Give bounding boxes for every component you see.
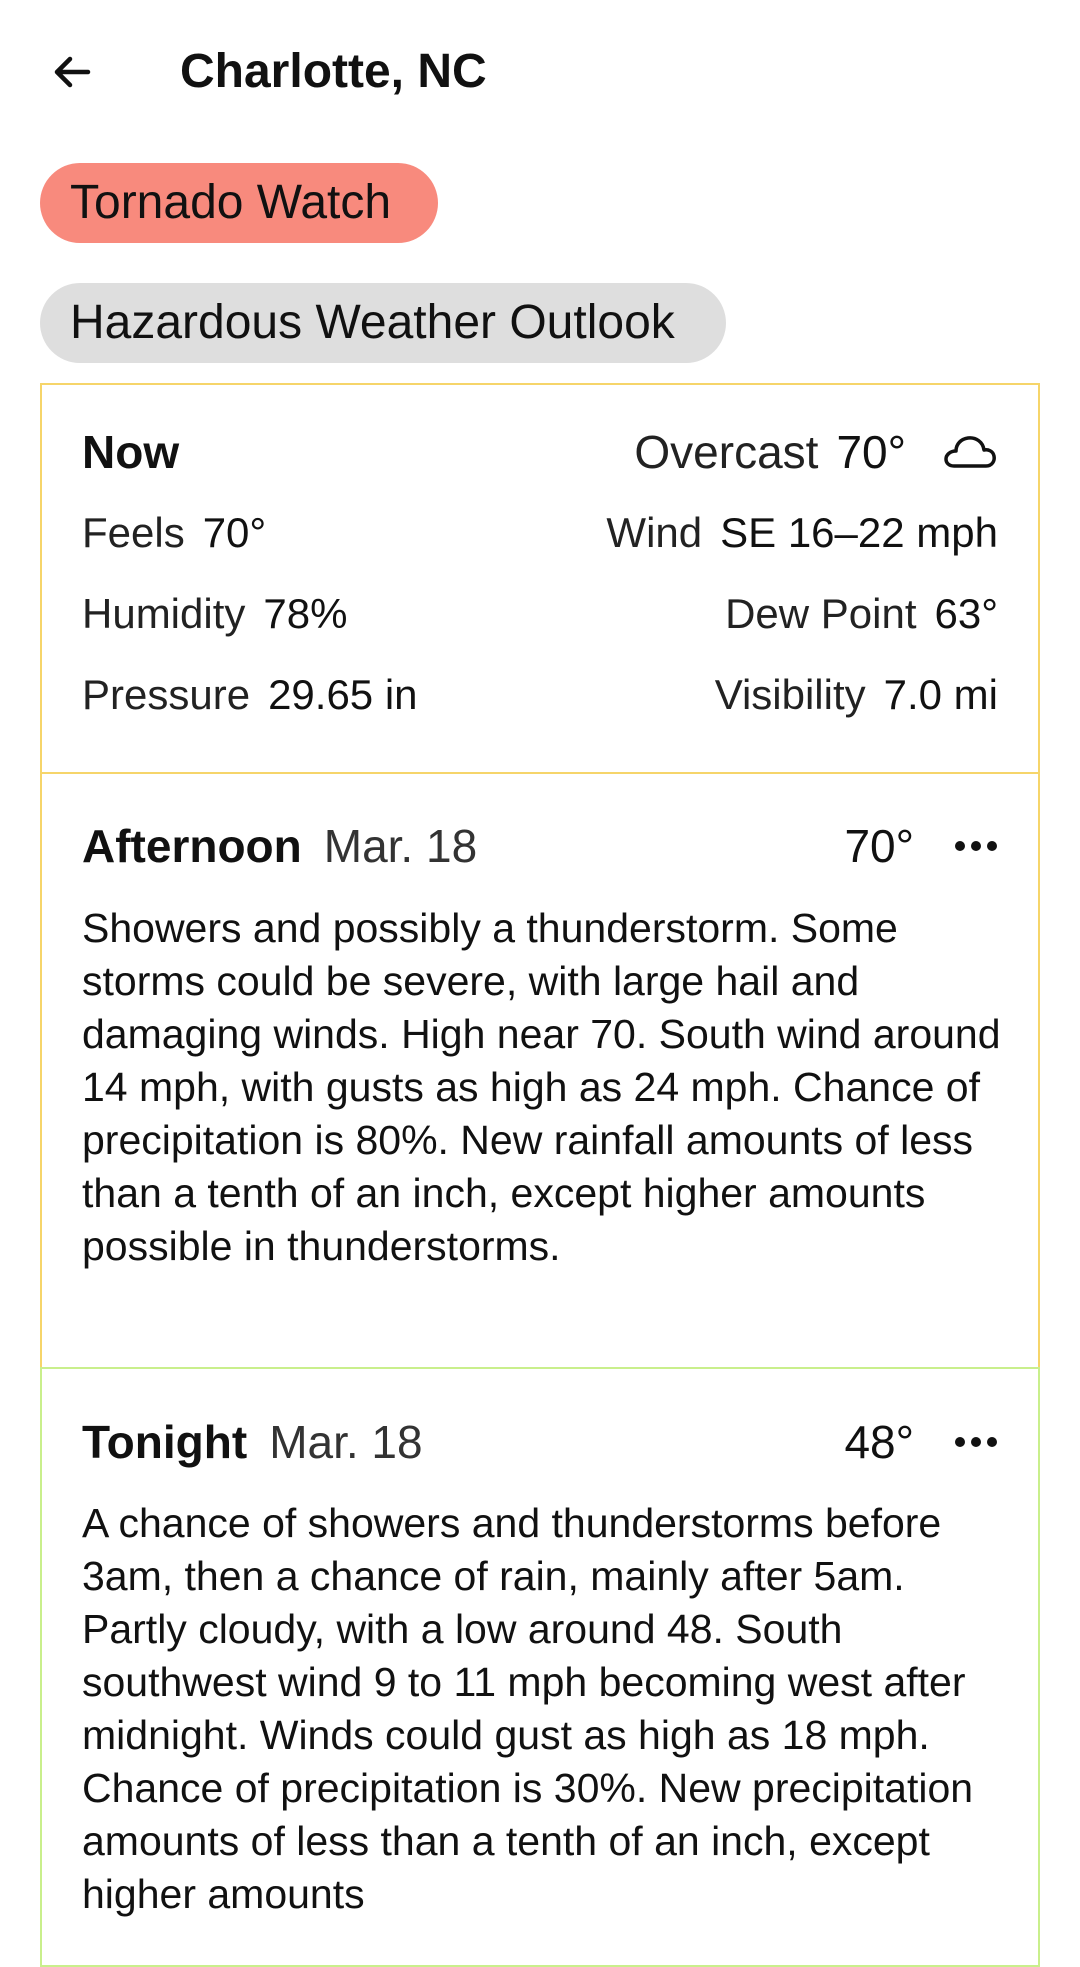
dew-point-value: 63° bbox=[934, 590, 998, 637]
pressure-label: Pressure bbox=[82, 671, 251, 718]
period-name: Afternoon bbox=[82, 820, 302, 872]
humidity-dew-row: Humidity 78% Dew Point 63° bbox=[82, 584, 998, 644]
now-condition-group: Overcast 70° bbox=[634, 425, 998, 479]
tornado-watch-chip[interactable]: Tornado Watch bbox=[40, 163, 438, 243]
period-date: Mar. 18 bbox=[323, 820, 478, 872]
pressure-value: 29.65 in bbox=[268, 671, 418, 718]
arrow-back-icon bbox=[54, 56, 91, 88]
visibility-value: 7.0 mi bbox=[883, 671, 998, 718]
more-horiz-icon bbox=[955, 1437, 997, 1447]
feels-label: Feels bbox=[82, 509, 185, 556]
more-options-button[interactable] bbox=[954, 824, 998, 868]
current-temp: 70° bbox=[836, 426, 906, 478]
more-horiz-icon bbox=[955, 841, 997, 851]
back-button[interactable] bbox=[40, 40, 104, 104]
feels-value: 70° bbox=[202, 509, 267, 556]
humidity-value: 78% bbox=[263, 590, 348, 637]
forecast-period-card: Afternoon Mar. 18 70° Showers and possib… bbox=[40, 772, 1040, 1369]
more-options-button[interactable] bbox=[954, 1420, 998, 1464]
period-description: Showers and possibly a thunderstorm. Som… bbox=[82, 905, 1001, 1269]
feels-wind-row: Feels 70° Wind SE 16–22 mph bbox=[82, 503, 998, 563]
visibility-label: Visibility bbox=[714, 671, 866, 718]
page-title: Charlotte, NC bbox=[180, 45, 487, 98]
humidity-label: Humidity bbox=[82, 590, 246, 637]
period-name: Tonight bbox=[82, 1416, 248, 1468]
period-temp: 48° bbox=[844, 1416, 914, 1468]
pressure-visibility-row: Pressure 29.65 in Visibility 7.0 mi bbox=[82, 665, 998, 725]
wind-label: Wind bbox=[606, 509, 703, 556]
current-conditions-card: Now Overcast 70° Feels 70° Wind SE 16–22… bbox=[40, 383, 1040, 774]
period-description: A chance of showers and thunderstorms be… bbox=[82, 1500, 974, 1917]
forecast-period-card: Tonight Mar. 18 48° A chance of showers … bbox=[40, 1367, 1040, 1967]
wind-value: SE 16–22 mph bbox=[720, 509, 998, 556]
now-heading: Now bbox=[82, 426, 180, 478]
period-header: Afternoon Mar. 18 70° bbox=[82, 814, 998, 878]
dew-point-label: Dew Point bbox=[725, 590, 917, 637]
period-date: Mar. 18 bbox=[269, 1416, 423, 1468]
cloud-icon bbox=[944, 436, 996, 468]
period-temp: 70° bbox=[844, 820, 914, 872]
hazardous-weather-outlook-chip[interactable]: Hazardous Weather Outlook bbox=[40, 283, 726, 363]
now-header-row: Now Overcast 70° bbox=[82, 422, 998, 482]
condition-text: Overcast bbox=[634, 426, 819, 478]
period-header: Tonight Mar. 18 48° bbox=[82, 1410, 998, 1474]
app-bar: Charlotte, NC bbox=[0, 0, 1080, 144]
